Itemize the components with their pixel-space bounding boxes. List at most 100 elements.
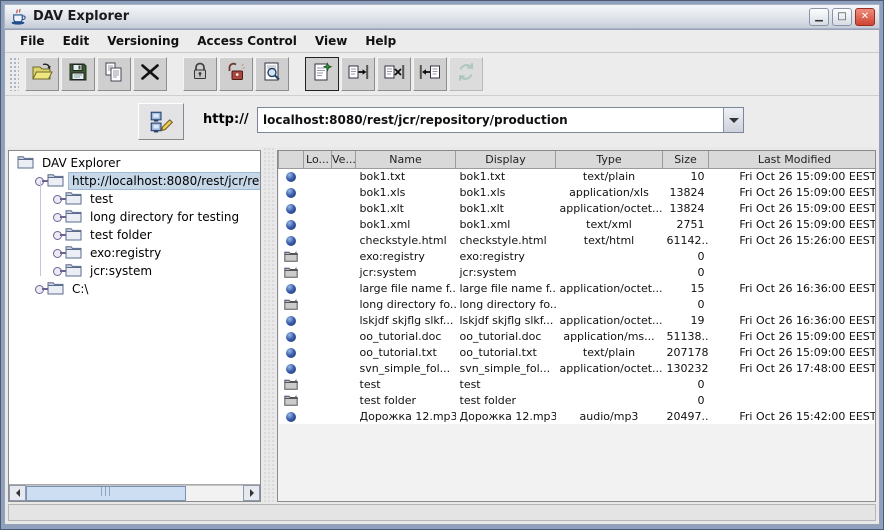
table-row[interactable]: testtest0 (279, 376, 877, 392)
table-row[interactable]: svn_simple_fol...svn_simple_fol...applic… (279, 360, 877, 376)
url-value[interactable]: localhost:8080/rest/jcr/repository/produ… (258, 113, 723, 127)
cell-name: oo_tutorial.txt (356, 344, 456, 360)
preview-button[interactable] (255, 57, 289, 91)
menu-help[interactable]: Help (356, 32, 405, 50)
cell-display: oo_tutorial.txt (456, 344, 556, 360)
column-header-display[interactable]: Display (456, 151, 556, 168)
table-row[interactable]: bok1.xmlbok1.xmltext/xml2751Fri Oct 26 1… (279, 216, 877, 232)
table-row[interactable]: long directory fo...long directory fo...… (279, 296, 877, 312)
folder-icon (65, 191, 87, 208)
cell-display: bok1.xls (456, 184, 556, 200)
new-document-icon (310, 60, 334, 88)
table-row[interactable]: oo_tutorial.txtoo_tutorial.txttext/plain… (279, 344, 877, 360)
toolbar-drag-grip[interactable] (9, 57, 19, 91)
tree-node-label: http://localhost:8080/rest/jcr/repositor… (69, 173, 260, 189)
column-header-ve[interactable]: Ve... (332, 151, 356, 168)
table-row[interactable]: exo:registryexo:registry0 (279, 248, 877, 264)
copy-button[interactable] (97, 57, 131, 91)
tree-expand-handle-icon[interactable] (53, 195, 62, 204)
file-sphere-icon (279, 280, 304, 296)
cell-lock (304, 312, 332, 328)
split-divider[interactable] (263, 147, 276, 505)
close-button[interactable]: ✕ (855, 8, 875, 26)
scrollbar-track[interactable] (26, 485, 243, 501)
cell-type (556, 392, 663, 408)
table-row[interactable]: bok1.xlsbok1.xlsapplication/xls13824Fri … (279, 184, 877, 200)
tree-node-exo-registry[interactable]: exo:registry (9, 244, 260, 262)
menu-view[interactable]: View (306, 32, 356, 50)
scroll-left-arrow-icon[interactable] (9, 485, 26, 501)
chevron-down-icon[interactable] (723, 108, 743, 132)
status-bar (8, 504, 876, 521)
maximize-button[interactable]: □ (832, 8, 852, 26)
open-button[interactable] (25, 57, 59, 91)
get-document-button[interactable] (413, 57, 447, 91)
table-row[interactable]: large file name f...large file name f...… (279, 280, 877, 296)
tree-expand-handle-icon[interactable] (53, 231, 62, 240)
cell-version (332, 216, 356, 232)
table-row[interactable]: bok1.txtbok1.txttext/plain10Fri Oct 26 1… (279, 168, 877, 184)
column-header-last-modified[interactable]: Last Modified (709, 151, 877, 168)
table-row[interactable]: oo_tutorial.docoo_tutorial.docapplicatio… (279, 328, 877, 344)
connect-button[interactable] (138, 103, 184, 140)
tree-node-c[interactable]: C:\ (9, 280, 260, 298)
table-row[interactable]: lskjdf skjflg slkf...lskjdf skjflg slkf.… (279, 312, 877, 328)
column-header-name[interactable]: Name (356, 151, 456, 168)
cell-modified: Fri Oct 26 15:09:00 EEST (709, 344, 877, 360)
cell-lock (304, 248, 332, 264)
cell-version (332, 376, 356, 392)
cell-lock (304, 392, 332, 408)
delete-button[interactable] (133, 57, 167, 91)
cell-size: 0 (663, 248, 709, 264)
tree-horizontal-scrollbar[interactable] (9, 484, 260, 501)
column-header-size[interactable]: Size (663, 151, 709, 168)
column-header-type[interactable]: Type (556, 151, 663, 168)
tree-node-dav-explorer[interactable]: DAV Explorer (9, 154, 260, 172)
tree-expand-handle-icon[interactable] (53, 267, 62, 276)
remove-document-button[interactable] (377, 57, 411, 91)
tree-node-test-folder[interactable]: test folder (9, 226, 260, 244)
column-header-lo[interactable]: Lo... (304, 151, 332, 168)
tree-node-long-directory-for-testing[interactable]: long directory for testing (9, 208, 260, 226)
scroll-right-arrow-icon[interactable] (243, 485, 260, 501)
preview-icon (260, 60, 284, 88)
delete-icon (138, 60, 162, 88)
lock-button[interactable] (183, 57, 217, 91)
table-row[interactable]: Дорожка 12.mp3Дорожка 12.mp3audio/mp3204… (279, 408, 877, 424)
table-row[interactable]: test foldertest folder0 (279, 392, 877, 408)
cell-type: application/octet... (556, 360, 663, 376)
folder-icon (279, 376, 304, 392)
unlock-button[interactable] (219, 57, 253, 91)
cell-name: lskjdf skjflg slkf... (356, 312, 456, 328)
menu-edit[interactable]: Edit (54, 32, 99, 50)
cell-name: oo_tutorial.doc (356, 328, 456, 344)
menu-access-control[interactable]: Access Control (188, 32, 306, 50)
menu-versioning[interactable]: Versioning (98, 32, 188, 50)
cell-type: text/plain (556, 168, 663, 184)
folder-icon (279, 392, 304, 408)
minimize-button[interactable]: ▁ (809, 8, 829, 26)
table-row[interactable]: jcr:systemjcr:system0 (279, 264, 877, 280)
table-row[interactable]: bok1.xltbok1.xltapplication/octet...1382… (279, 200, 877, 216)
tree-node-jcr-system[interactable]: jcr:system (9, 262, 260, 280)
save-button[interactable] (61, 57, 95, 91)
tree-expand-handle-icon[interactable] (53, 249, 62, 258)
menu-file[interactable]: File (11, 32, 54, 50)
tree-expand-handle-icon[interactable] (35, 285, 44, 294)
tree-node-http-localhost-8080-rest-jcr-r[interactable]: http://localhost:8080/rest/jcr/repositor… (9, 172, 260, 190)
scrollbar-thumb[interactable] (26, 486, 186, 501)
tree-expand-handle-icon[interactable] (53, 213, 62, 222)
cell-size: 0 (663, 296, 709, 312)
tree-node-test[interactable]: test (9, 190, 260, 208)
column-header-icon[interactable] (279, 151, 304, 168)
table-body: bok1.txtbok1.txttext/plain10Fri Oct 26 1… (279, 168, 877, 424)
table-row[interactable]: checkstyle.htmlcheckstyle.htmltext/html6… (279, 232, 877, 248)
file-sphere-icon (279, 328, 304, 344)
cell-display: Дорожка 12.mp3 (456, 408, 556, 424)
new-document-button[interactable] (305, 57, 339, 91)
url-combobox[interactable]: localhost:8080/rest/jcr/repository/produ… (257, 107, 744, 133)
cell-type: text/plain (556, 344, 663, 360)
tree-node-label: long directory for testing (87, 209, 242, 225)
title-bar[interactable]: DAV Explorer ▁ □ ✕ (4, 4, 880, 29)
put-document-button[interactable] (341, 57, 375, 91)
